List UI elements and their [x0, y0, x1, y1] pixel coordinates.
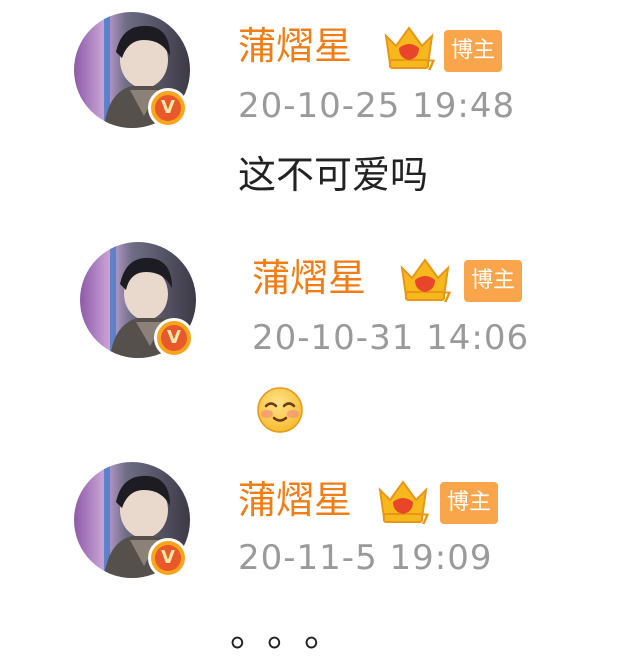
- verified-badge-icon: V: [148, 538, 188, 578]
- username[interactable]: 蒲熠星: [238, 24, 352, 68]
- crown-level-icon: 7: [378, 480, 430, 526]
- level-number: 7: [426, 58, 436, 72]
- username[interactable]: 蒲熠星: [252, 256, 366, 300]
- level-number: 7: [420, 512, 430, 526]
- timestamp: 20-10-25 19:48: [238, 86, 516, 126]
- comment-text: 这不可爱吗: [238, 153, 429, 197]
- author-tag: 博主: [464, 260, 522, 302]
- author-tag: 博主: [444, 30, 502, 72]
- crown-level-icon: 7: [384, 26, 436, 72]
- comment-thread: V 蒲熠星 7 博主 20-10-25 19:48 这不可爱吗 V 蒲熠星 7 …: [0, 0, 640, 672]
- shy-smile-emoji-icon: [257, 387, 303, 433]
- timestamp: 20-11-5 19:09: [238, 538, 493, 578]
- level-number: 7: [442, 290, 452, 304]
- username[interactable]: 蒲熠星: [238, 478, 352, 522]
- author-tag: 博主: [440, 482, 498, 524]
- timestamp: 20-10-31 14:06: [252, 318, 530, 358]
- comment-text: 。。。: [230, 611, 361, 655]
- crown-level-icon: 7: [400, 258, 452, 304]
- verified-badge-icon: V: [154, 318, 194, 358]
- verified-badge-icon: V: [148, 88, 188, 128]
